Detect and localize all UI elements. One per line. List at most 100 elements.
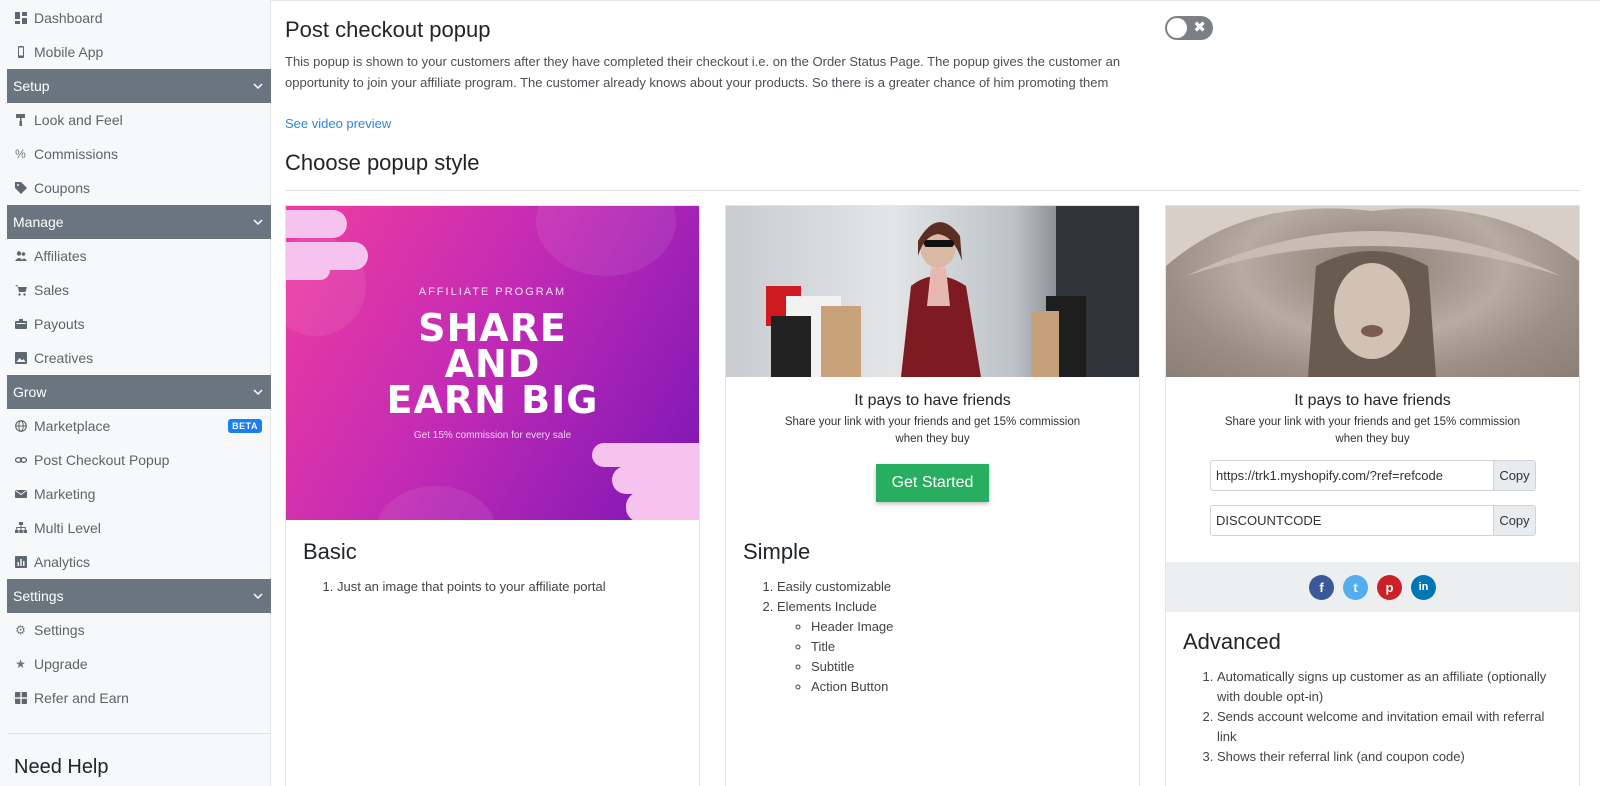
twitter-icon[interactable]: t xyxy=(1343,574,1368,600)
section-title: Settings xyxy=(13,588,64,604)
feature-list: Just an image that points to your affili… xyxy=(323,577,606,597)
link-icon xyxy=(14,454,27,467)
sidebar-item-coupons[interactable]: Coupons xyxy=(0,171,270,205)
chevron-down-icon xyxy=(253,83,263,90)
shopping-woman-photo xyxy=(726,206,1139,377)
section-manage[interactable]: Manage xyxy=(7,205,271,239)
promo-subtext: Get 15% commission for every sale xyxy=(413,430,572,441)
sidebar-item-label: Refer and Earn xyxy=(34,690,129,706)
sidebar-item-label: Marketing xyxy=(34,486,96,502)
main-content: Post checkout popup This popup is shown … xyxy=(271,0,1600,786)
photo-illustration xyxy=(1166,206,1579,377)
sidebar-item-label: Mobile App xyxy=(34,44,104,60)
sidebar-item-label: Commissions xyxy=(34,146,119,162)
card-title: Simple xyxy=(743,539,811,564)
basic-promo-image: AFFILIATE PROGRAM SHARE AND EARN BIG Get… xyxy=(286,206,699,520)
hat-woman-photo xyxy=(1166,206,1579,377)
list-item: Automatically signs up customer as an af… xyxy=(1217,667,1563,707)
coupon-code-value[interactable]: DISCOUNTCODE xyxy=(1211,506,1493,535)
card-title: Basic xyxy=(303,539,357,564)
sidebar-item-marketplace[interactable]: Marketplace BETA xyxy=(0,409,270,443)
payouts-icon xyxy=(14,318,27,331)
list-item: Sends account welcome and invitation ema… xyxy=(1217,707,1563,747)
sidebar-item-settings[interactable]: ⚙ Settings xyxy=(0,613,270,647)
sidebar-item-label: Dashboard xyxy=(34,10,103,26)
linkedin-icon[interactable]: in xyxy=(1411,574,1436,600)
sidebar-item-label: Upgrade xyxy=(34,656,88,672)
chevron-down-icon xyxy=(253,219,263,226)
list-item-label: Elements Include xyxy=(777,599,877,614)
paint-roller-icon xyxy=(14,114,27,127)
feature-list: Automatically signs up customer as an af… xyxy=(1203,667,1563,767)
sidebar-item-marketing[interactable]: Marketing xyxy=(0,477,270,511)
promo-line: AND xyxy=(444,342,541,386)
referral-link-value[interactable]: https://trk1.myshopify.com/?ref=refcode xyxy=(1211,461,1493,490)
section-title: Grow xyxy=(13,384,47,400)
sidebar-item-analytics[interactable]: Analytics xyxy=(0,545,270,579)
coupon-code-field: DISCOUNTCODE Copy xyxy=(1210,505,1536,536)
video-preview-link[interactable]: See video preview xyxy=(285,116,391,131)
sidebar-item-dashboard[interactable]: Dashboard xyxy=(0,1,270,35)
gear-icon: ⚙ xyxy=(15,623,26,637)
sidebar-item-post-checkout-popup[interactable]: Post Checkout Popup xyxy=(0,443,270,477)
need-help-heading: Need Help xyxy=(14,756,109,778)
promo-line: SHARE xyxy=(418,306,567,350)
popup-style-heading: Choose popup style xyxy=(285,150,480,175)
popup-enable-toggle[interactable]: ✖ xyxy=(1165,16,1213,40)
sidebar-item-refer-and-earn[interactable]: Refer and Earn xyxy=(0,681,270,715)
sidebar-item-label: Marketplace xyxy=(34,418,111,434)
feature-list: Easily customizable Elements Include Hea… xyxy=(763,577,893,697)
section-setup[interactable]: Setup xyxy=(7,69,271,103)
sidebar-item-multi-level[interactable]: Multi Level xyxy=(0,511,270,545)
tags-icon xyxy=(14,182,27,195)
heading-divider xyxy=(285,190,1580,191)
chart-icon xyxy=(14,556,27,569)
sidebar-item-mobile-app[interactable]: Mobile App xyxy=(0,35,270,69)
get-started-button[interactable]: Get Started xyxy=(876,464,989,502)
cart-icon xyxy=(14,284,27,297)
decor-pill xyxy=(286,210,347,238)
sidebar-item-sales[interactable]: Sales xyxy=(0,273,270,307)
page-title: Post checkout popup xyxy=(285,17,491,42)
percent-icon: % xyxy=(15,147,26,161)
decor-pill xyxy=(612,466,699,494)
copy-code-button[interactable]: Copy xyxy=(1493,506,1535,535)
list-item: Subtitle xyxy=(811,657,893,677)
pinterest-icon[interactable]: p xyxy=(1377,574,1402,600)
list-item: Action Button xyxy=(811,677,893,697)
section-grow[interactable]: Grow xyxy=(7,375,271,409)
beta-badge: BETA xyxy=(228,419,262,433)
decor-pill xyxy=(626,492,699,520)
sitemap-icon xyxy=(14,522,27,535)
app: Dashboard Mobile App Setup Look and Feel… xyxy=(0,0,1600,786)
style-card-advanced[interactable]: It pays to have friends Share your link … xyxy=(1165,205,1580,786)
sidebar-item-label: Multi Level xyxy=(34,520,101,536)
star-icon: ★ xyxy=(15,657,26,671)
copy-link-button[interactable]: Copy xyxy=(1493,461,1535,490)
sidebar-item-label: Analytics xyxy=(34,554,91,570)
style-card-basic[interactable]: AFFILIATE PROGRAM SHARE AND EARN BIG Get… xyxy=(285,205,700,786)
chevron-down-icon xyxy=(253,389,263,396)
sidebar: Dashboard Mobile App Setup Look and Feel… xyxy=(0,0,271,786)
sidebar-item-label: Settings xyxy=(34,622,85,638)
sidebar-item-label: Affiliates xyxy=(34,248,87,264)
section-settings[interactable]: Settings xyxy=(7,579,271,613)
envelope-icon xyxy=(14,488,27,501)
sidebar-item-upgrade[interactable]: ★ Upgrade xyxy=(0,647,270,681)
promo-line: EARN BIG xyxy=(386,378,599,422)
decor-circle xyxy=(376,486,496,520)
list-item: Elements Include Header Image Title Subt… xyxy=(777,597,893,697)
facebook-icon[interactable]: f xyxy=(1309,574,1334,600)
popup-subtitle: Share your link with your friends and ge… xyxy=(1224,416,1521,445)
close-icon: ✖ xyxy=(1193,19,1206,36)
sidebar-item-payouts[interactable]: Payouts xyxy=(0,307,270,341)
sidebar-item-creatives[interactable]: Creatives xyxy=(0,341,270,375)
popup-title: It pays to have friends xyxy=(1294,392,1451,409)
list-item: Just an image that points to your affili… xyxy=(337,577,606,597)
sidebar-item-look-and-feel[interactable]: Look and Feel xyxy=(0,103,270,137)
promo-eyebrow: AFFILIATE PROGRAM xyxy=(418,286,567,298)
sidebar-item-affiliates[interactable]: Affiliates xyxy=(0,239,270,273)
sidebar-item-commissions[interactable]: % Commissions xyxy=(0,137,270,171)
decor-circle xyxy=(536,206,676,276)
style-card-simple[interactable]: It pays to have friends Share your link … xyxy=(725,205,1140,786)
